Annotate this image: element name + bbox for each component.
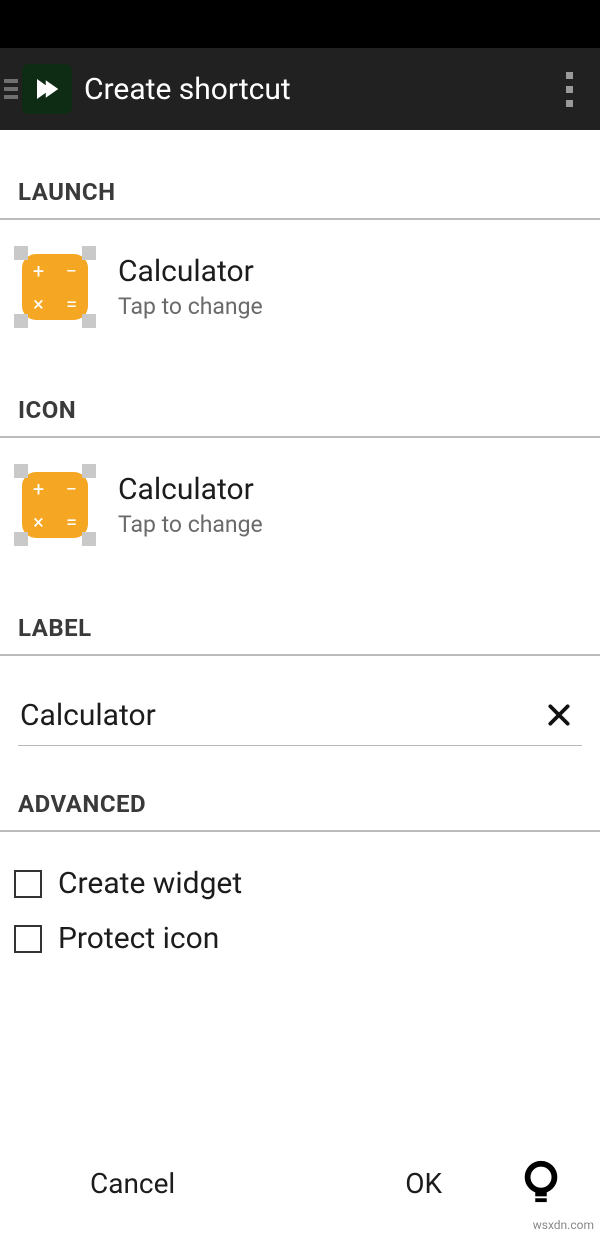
- create-widget-row[interactable]: Create widget: [14, 856, 586, 911]
- statusbar: [0, 0, 600, 48]
- calculator-icon: +−×=: [22, 254, 88, 320]
- app-logo-icon: [22, 64, 72, 114]
- label-input-row: [18, 692, 582, 746]
- section-header-label: LABEL: [0, 570, 600, 656]
- icon-subtitle: Tap to change: [118, 511, 263, 538]
- content: LAUNCH +−×= Calculator Tap to change ICO…: [0, 130, 600, 966]
- protect-icon-checkbox[interactable]: [14, 925, 42, 953]
- section-header-advanced: ADVANCED: [0, 746, 600, 832]
- launch-subtitle: Tap to change: [118, 293, 263, 320]
- create-widget-label: Create widget: [58, 866, 242, 901]
- drawer-button[interactable]: [4, 79, 18, 99]
- section-header-icon: ICON: [0, 352, 600, 438]
- appbar-title: Create shortcut: [84, 72, 552, 107]
- calculator-icon: +−×=: [22, 472, 88, 538]
- watermark: wsxdn.com: [533, 1218, 594, 1232]
- icon-title: Calculator: [118, 472, 263, 507]
- cancel-button[interactable]: Cancel: [90, 1167, 175, 1200]
- overflow-menu-button[interactable]: [552, 72, 586, 107]
- section-header-launch: LAUNCH: [0, 130, 600, 220]
- dialog-button-bar: Cancel OK: [0, 1158, 600, 1208]
- launch-title: Calculator: [118, 254, 263, 289]
- clear-label-button[interactable]: [536, 698, 582, 734]
- icon-app-icon: +−×=: [14, 464, 96, 546]
- protect-icon-label: Protect icon: [58, 921, 219, 956]
- protect-icon-row[interactable]: Protect icon: [14, 911, 586, 966]
- icon-row[interactable]: +−×= Calculator Tap to change: [0, 438, 600, 570]
- label-input[interactable]: [18, 692, 536, 739]
- hint-bulb-icon[interactable]: [518, 1158, 564, 1208]
- launch-app-icon: +−×=: [14, 246, 96, 328]
- appbar: Create shortcut: [0, 48, 600, 130]
- create-widget-checkbox[interactable]: [14, 870, 42, 898]
- ok-button[interactable]: OK: [405, 1167, 442, 1200]
- launch-row[interactable]: +−×= Calculator Tap to change: [0, 220, 600, 352]
